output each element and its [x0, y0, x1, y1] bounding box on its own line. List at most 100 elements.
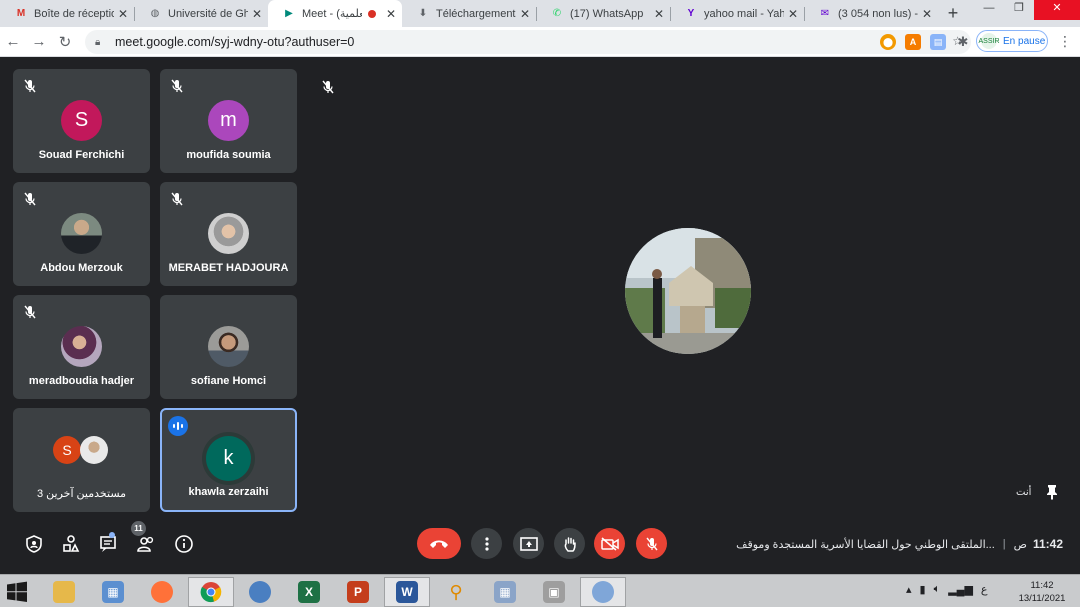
leave-call-button[interactable] [417, 528, 461, 559]
extension-icon[interactable]: A [905, 34, 921, 50]
app-icon[interactable]: ▣ [531, 577, 577, 607]
activities-icon[interactable] [61, 534, 81, 554]
participant-tile[interactable]: k khawla zerzaihi [160, 408, 297, 512]
puzzle-icon[interactable]: ✱ [955, 34, 971, 50]
excel-icon[interactable]: X [286, 577, 332, 607]
chat-icon[interactable] [98, 534, 118, 554]
browser-menu-icon[interactable]: ⋮ [1058, 33, 1072, 50]
speaking-indicator-icon [168, 416, 188, 436]
calculator-icon[interactable]: ▦ [482, 577, 528, 607]
browser-tab[interactable]: ✉ (3 054 non lus) - ba ✕ [804, 0, 938, 27]
raise-hand-button[interactable] [554, 528, 585, 559]
participant-avatar: k [206, 436, 251, 481]
word-icon[interactable]: W [384, 577, 430, 607]
photo-woman-hijab-gray [208, 213, 249, 254]
close-tab-icon[interactable]: ✕ [788, 7, 798, 21]
participant-tile[interactable]: S Souad Ferchichi [13, 69, 150, 173]
participant-avatar-photo [80, 436, 108, 464]
extension-icon[interactable]: ⬤ [880, 34, 896, 50]
mic-off-icon [169, 191, 185, 207]
pin-icon[interactable] [1045, 484, 1059, 500]
system-tray: ▴ ▮ 🔈︎ ▂▄▆ ع [906, 583, 988, 596]
forward-icon[interactable]: → [26, 33, 52, 50]
whatsapp-icon: ✆ [552, 8, 562, 19]
back-icon[interactable]: ← [0, 33, 26, 50]
browser-tab[interactable]: ▶ Meet - (العلمية ✕ [268, 0, 402, 27]
participant-tile[interactable]: meradboudia hadjer [13, 295, 150, 399]
restore-button[interactable]: ❐ [1004, 0, 1034, 20]
participant-tile[interactable]: MERABET HADJOURA [160, 182, 297, 286]
address-bar[interactable]: 🔒︎ meet.google.com/syj-wdny-otu?authuser… [85, 30, 971, 54]
control-panel-icon[interactable]: ▦ [90, 577, 136, 607]
tab-title: Téléchargements [436, 7, 516, 20]
globe-icon: ◍ [150, 8, 160, 19]
browser-tab[interactable]: Yyahoo mail - Yahoo ✕ [670, 0, 804, 27]
browser-tab[interactable]: ⬇ Téléchargements ✕ [402, 0, 536, 27]
participant-name: Abdou Merzouk [40, 262, 123, 274]
lock-icon[interactable]: 🔒︎ [95, 37, 109, 48]
tab-title: (3 054 non lus) - ba [838, 7, 918, 20]
photo-man-suit [61, 213, 102, 254]
app-icon[interactable] [237, 577, 283, 607]
system-clock[interactable]: 11:42 13/11/2021 [1010, 579, 1074, 605]
host-controls-icon[interactable] [24, 534, 44, 554]
close-window-button[interactable]: ✕ [1034, 0, 1080, 20]
self-video [625, 228, 751, 354]
firefox-icon[interactable] [139, 577, 185, 607]
participant-tile[interactable]: m moufida soumia [160, 69, 297, 173]
reload-icon[interactable]: ↻ [52, 33, 78, 51]
language-indicator[interactable]: ع [981, 583, 988, 596]
participant-tile[interactable]: Abdou Merzouk [13, 182, 150, 286]
recording-indicator-icon [367, 9, 376, 18]
participant-name: MERABET HADJOURA [168, 262, 289, 274]
tab-title: (17) WhatsApp [570, 7, 644, 20]
tab-title: Boîte de réception [34, 7, 114, 20]
camera-off-button[interactable] [594, 528, 625, 559]
battery-icon[interactable]: ▮ [920, 583, 926, 596]
people-count-badge: 11 [131, 521, 146, 536]
meeting-title: الملتقى الوطني حول القضايا الأسرية المست… [733, 538, 995, 551]
volume-icon[interactable]: 🔈︎ [934, 583, 941, 596]
meeting-details-icon[interactable] [174, 534, 194, 554]
browser-tab[interactable]: ◍ Université de Ghar ✕ [134, 0, 268, 27]
meeting-info: الملتقى الوطني حول القضايا الأسرية المست… [733, 537, 1063, 551]
profile-button[interactable]: ASSIR En pause [976, 30, 1048, 52]
participant-name: Souad Ferchichi [38, 149, 125, 161]
close-tab-icon[interactable]: ✕ [922, 7, 932, 21]
extensions-area: ⬤ A ▤ ✱ [880, 34, 971, 50]
search-icon[interactable]: ⚲ [433, 577, 479, 607]
new-tab-button[interactable]: + [938, 0, 968, 27]
more-options-button[interactable] [471, 528, 502, 559]
close-tab-icon[interactable]: ✕ [654, 7, 664, 21]
mic-off-icon [22, 304, 38, 320]
chrome-icon[interactable] [188, 577, 234, 607]
close-tab-icon[interactable]: ✕ [252, 7, 262, 21]
mic-off-icon [169, 78, 185, 94]
participant-avatar: S [61, 100, 102, 141]
close-tab-icon[interactable]: ✕ [520, 7, 530, 21]
participant-name: sofiane Homci [190, 375, 267, 387]
tab-title: Meet - (العلمية [302, 8, 362, 20]
extension-icon[interactable]: ▤ [930, 34, 946, 50]
present-screen-button[interactable] [513, 528, 544, 559]
participant-tile[interactable]: sofiane Homci [160, 295, 297, 399]
paint-icon[interactable] [580, 577, 626, 607]
mic-off-button[interactable] [636, 528, 667, 559]
yahoo-mail-icon: ✉ [820, 8, 830, 19]
windows-start-icon[interactable] [6, 581, 28, 603]
show-hidden-icons[interactable]: ▴ [906, 583, 912, 596]
signal-icon[interactable]: ▂▄▆ [948, 583, 973, 596]
powerpoint-icon[interactable]: P [335, 577, 381, 607]
download-icon: ⬇ [418, 8, 428, 19]
close-tab-icon[interactable]: ✕ [386, 7, 396, 21]
participant-name: moufida soumia [186, 149, 271, 161]
file-explorer-icon[interactable] [41, 577, 87, 607]
minimize-button[interactable]: — [974, 0, 1004, 20]
browser-tab[interactable]: M Boîte de réception ✕ [0, 0, 134, 27]
tab-title: Université de Ghar [168, 7, 248, 20]
people-icon[interactable] [136, 534, 156, 554]
browser-tab[interactable]: ✆ (17) WhatsApp ✕ [536, 0, 670, 27]
close-tab-icon[interactable]: ✕ [118, 7, 128, 21]
participant-tile[interactable]: S 3 مستخدمين آخرين [13, 408, 150, 512]
gmail-icon: M [16, 8, 26, 19]
